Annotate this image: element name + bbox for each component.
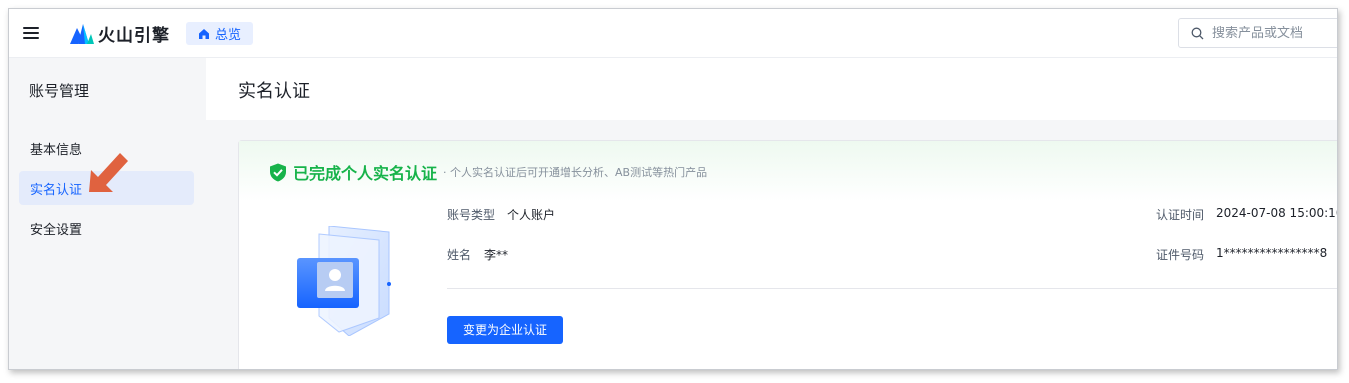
sidebar-item-security-settings[interactable]: 安全设置 xyxy=(19,211,194,245)
home-tab-label: 总览 xyxy=(215,28,242,43)
sidebar-title: 账号管理 xyxy=(29,82,90,100)
status-banner: 已完成个人实名认证 · 个人实名认证后可开通增长分析、AB测试等热门产品 xyxy=(239,141,1337,201)
search-icon xyxy=(1191,27,1204,40)
verification-card: 已完成个人实名认证 · 个人实名认证后可开通增长分析、AB测试等热门产品 账号类… xyxy=(238,140,1338,369)
divider xyxy=(447,288,1337,289)
name-label: 姓名 xyxy=(447,248,472,262)
auth-time-label: 认证时间 xyxy=(1156,208,1205,222)
brand-name: 火山引擎 xyxy=(98,25,170,46)
id-number-value: 1****************8 xyxy=(1216,246,1328,260)
page-title: 实名认证 xyxy=(238,81,310,102)
search-box[interactable] xyxy=(1178,18,1337,48)
home-tab[interactable]: 总览 xyxy=(186,22,254,45)
brand-logo[interactable]: 火山引擎 xyxy=(70,19,170,47)
switch-to-enterprise-button[interactable]: 变更为企业认证 xyxy=(447,316,564,344)
app-window: 火山引擎 总览 账号管理 基本信息 实名认证 安全设置 实名认证 xyxy=(8,8,1338,370)
top-nav-bar: 火山引擎 总览 xyxy=(9,9,1337,58)
name-value: 李** xyxy=(484,248,509,262)
page-header: 实名认证 xyxy=(206,58,1337,120)
auth-time-value: 2024-07-08 15:00:10 xyxy=(1216,206,1338,220)
status-note: · 个人实名认证后可开通增长分析、AB测试等热门产品 xyxy=(443,166,708,179)
home-icon xyxy=(198,28,210,40)
shield-check-icon xyxy=(269,163,287,182)
menu-icon[interactable] xyxy=(21,24,41,42)
sidebar: 账号管理 基本信息 实名认证 安全设置 xyxy=(9,58,206,369)
search-input[interactable] xyxy=(1212,25,1332,41)
annotation-arrow-icon xyxy=(89,153,128,192)
status-title: 已完成个人实名认证 xyxy=(293,164,438,183)
account-type-label: 账号类型 xyxy=(447,208,496,222)
main-content: 实名认证 已完成个人实名认证 · 个人实名认证后可开通增长分析、AB测试等热门产… xyxy=(206,58,1337,369)
volcengine-logo xyxy=(70,24,94,44)
account-type-value: 个人账户 xyxy=(507,208,556,222)
id-card-illustration xyxy=(297,226,391,336)
id-number-label: 证件号码 xyxy=(1156,248,1205,262)
